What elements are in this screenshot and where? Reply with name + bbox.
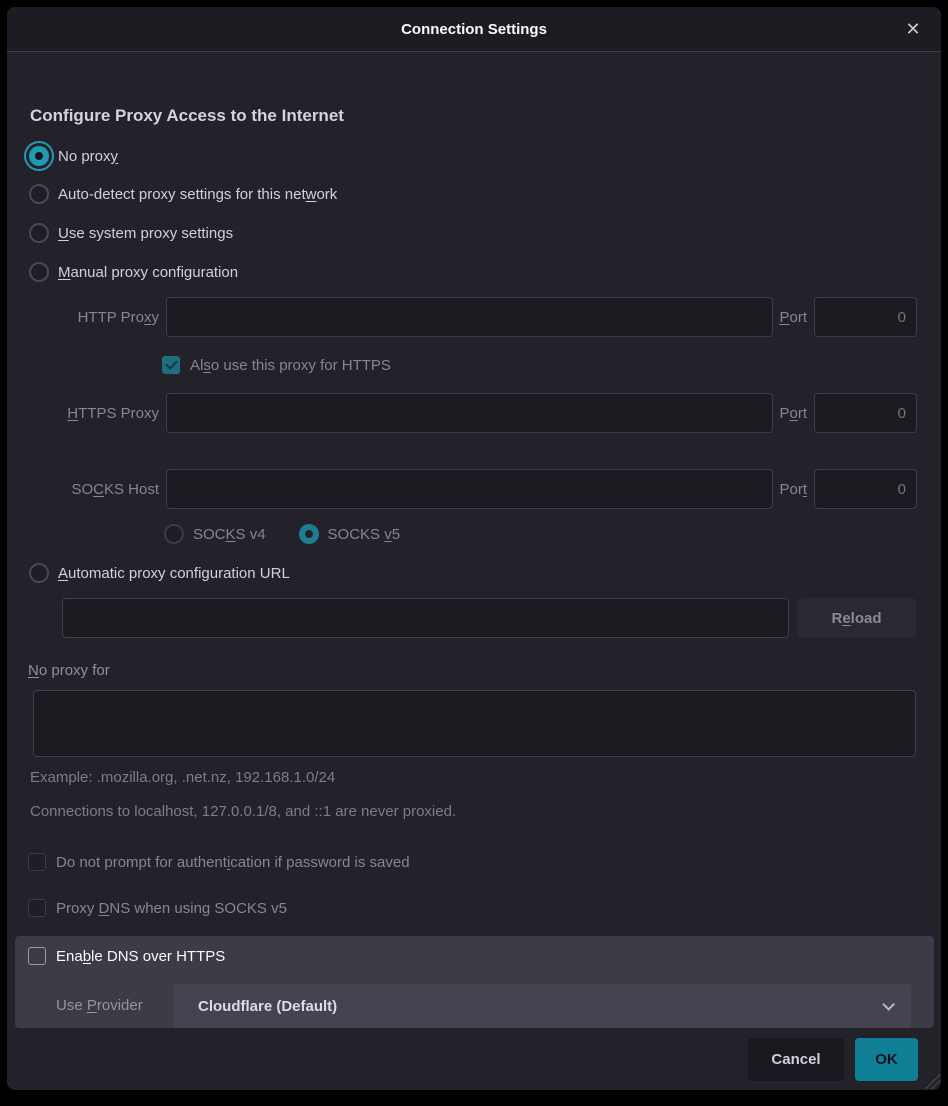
radio-row-use-system: Use system proxy settings <box>29 223 233 243</box>
https-port-label: Port <box>779 405 807 422</box>
no-proxy-example-text: Example: .mozilla.org, .net.nz, 192.168.… <box>30 769 335 786</box>
proxy-dns-row: Proxy DNS when using SOCKS v5 <box>28 899 287 917</box>
no-auth-prompt-row: Do not prompt for authentication if pass… <box>28 853 410 871</box>
no-auth-prompt-checkbox[interactable] <box>28 853 46 871</box>
use-provider-label: Use Provider <box>56 997 143 1014</box>
socks-v4-radio[interactable] <box>164 524 184 544</box>
connection-settings-dialog: Connection Settings ✕ Configure Proxy Ac… <box>7 7 941 1090</box>
auto-detect-radio[interactable] <box>29 184 49 204</box>
proxy-dns-label[interactable]: Proxy DNS when using SOCKS v5 <box>56 900 287 917</box>
auto-url-radio[interactable] <box>29 563 49 583</box>
close-icon: ✕ <box>905 19 920 40</box>
socks-host-input[interactable] <box>166 469 773 509</box>
close-button[interactable]: ✕ <box>899 7 927 52</box>
http-port-label: Port <box>779 309 807 326</box>
manual-proxy-radio[interactable] <box>29 262 49 282</box>
socks-v4-label[interactable]: SOCKS v4 <box>193 526 266 543</box>
radio-row-no-proxy: No proxy <box>29 146 118 166</box>
proxy-dns-checkbox[interactable] <box>28 899 46 917</box>
chevron-down-icon <box>882 998 895 1011</box>
no-auth-prompt-label[interactable]: Do not prompt for authentication if pass… <box>56 854 410 871</box>
radio-row-auto-url: Automatic proxy configuration URL <box>29 563 290 583</box>
also-https-checkbox[interactable] <box>162 356 180 374</box>
enable-doh-label[interactable]: Enable DNS over HTTPS <box>56 948 225 965</box>
radio-row-auto-detect: Auto-detect proxy settings for this netw… <box>29 184 337 204</box>
socks-host-label: SOCKS Host <box>7 481 159 498</box>
use-system-radio[interactable] <box>29 223 49 243</box>
manual-proxy-label[interactable]: Manual proxy configuration <box>58 264 238 281</box>
https-proxy-row: HTTPS Proxy Port <box>7 393 917 433</box>
socks-host-row: SOCKS Host Port <box>7 469 917 509</box>
http-proxy-row: HTTP Proxy Port <box>7 297 917 337</box>
dns-over-https-section: Enable DNS over HTTPS Use Provider Cloud… <box>15 936 934 1028</box>
http-proxy-label: HTTP Proxy <box>7 309 159 326</box>
https-proxy-input[interactable] <box>166 393 773 433</box>
socks-port-label: Port <box>779 481 807 498</box>
dialog-titlebar: Connection Settings ✕ <box>7 7 941 52</box>
reload-button[interactable]: Reload <box>797 598 916 638</box>
socks-version-row: SOCKS v4 SOCKS v5 <box>164 524 400 544</box>
use-system-label[interactable]: Use system proxy settings <box>58 225 233 242</box>
socks-v5-label[interactable]: SOCKS v5 <box>328 526 401 543</box>
also-https-row: Also use this proxy for HTTPS <box>162 356 391 374</box>
provider-select[interactable]: Cloudflare (Default) <box>173 984 911 1028</box>
no-proxy-label[interactable]: No proxy <box>58 148 118 165</box>
socks-v5-radio[interactable] <box>299 524 319 544</box>
https-proxy-label: HTTPS Proxy <box>7 405 159 422</box>
proxy-config-heading: Configure Proxy Access to the Internet <box>30 106 344 126</box>
auto-url-input[interactable] <box>62 598 789 638</box>
ok-button[interactable]: OK <box>855 1038 918 1081</box>
no-proxy-radio[interactable] <box>29 146 49 166</box>
localhost-note-text: Connections to localhost, 127.0.0.1/8, a… <box>30 803 456 820</box>
http-proxy-input[interactable] <box>166 297 773 337</box>
provider-select-value: Cloudflare (Default) <box>198 998 882 1015</box>
no-proxy-for-textarea[interactable] <box>33 690 916 757</box>
enable-doh-checkbox[interactable] <box>28 947 46 965</box>
also-https-label[interactable]: Also use this proxy for HTTPS <box>190 357 391 374</box>
auto-url-label[interactable]: Automatic proxy configuration URL <box>58 565 290 582</box>
enable-doh-row: Enable DNS over HTTPS <box>28 946 225 966</box>
no-proxy-for-label: No proxy for <box>28 662 110 679</box>
socks-port-input[interactable] <box>814 469 917 509</box>
dialog-title: Connection Settings <box>7 7 941 52</box>
radio-row-manual: Manual proxy configuration <box>29 262 238 282</box>
reload-label: Reload <box>831 610 881 627</box>
auto-detect-label[interactable]: Auto-detect proxy settings for this netw… <box>58 186 337 203</box>
https-port-input[interactable] <box>814 393 917 433</box>
cancel-button[interactable]: Cancel <box>748 1038 844 1081</box>
http-port-input[interactable] <box>814 297 917 337</box>
resize-grip[interactable] <box>924 1073 940 1089</box>
